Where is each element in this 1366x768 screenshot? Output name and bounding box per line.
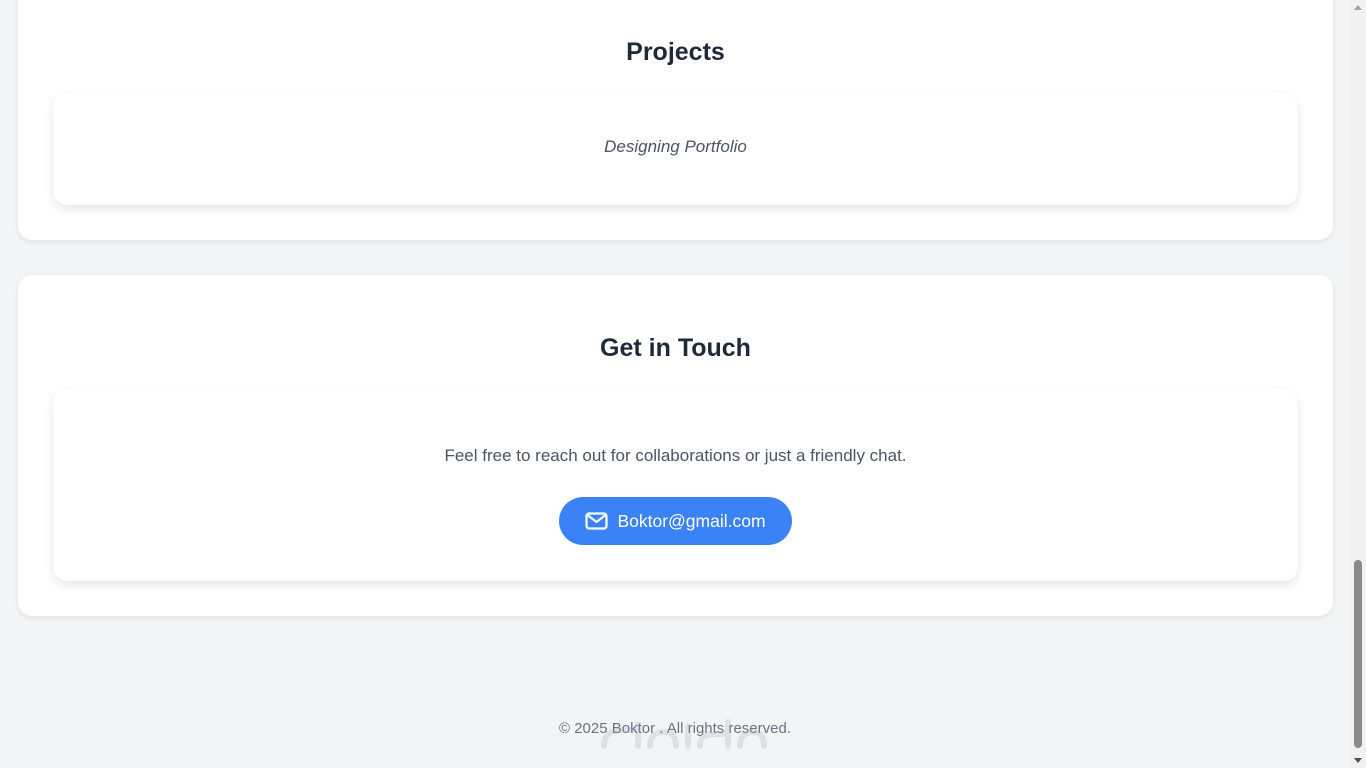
contact-section: Get in Touch Feel free to reach out for …	[18, 275, 1333, 616]
projects-title: Projects	[626, 38, 725, 66]
envelope-icon	[585, 512, 609, 530]
page-scrollbar[interactable]	[1350, 0, 1366, 768]
contact-card: Feel free to reach out for collaboration…	[53, 388, 1298, 581]
contact-description: Feel free to reach out for collaboration…	[444, 446, 907, 465]
page: Projects Designing Portfolio Get in Touc…	[0, 0, 1366, 768]
project-card[interactable]: Designing Portfolio	[53, 92, 1298, 205]
scrollbar-thumb[interactable]	[1354, 560, 1362, 748]
scroll-down-icon[interactable]	[1354, 758, 1362, 763]
scroll-up-icon[interactable]	[1354, 5, 1362, 10]
contact-title: Get in Touch	[600, 334, 751, 362]
email-label: Boktor@gmail.com	[617, 510, 766, 531]
project-name: Designing Portfolio	[604, 137, 747, 156]
projects-section: Projects Designing Portfolio	[18, 0, 1333, 240]
email-button[interactable]: Boktor@gmail.com	[559, 497, 792, 545]
copyright-text: © 2025 Boktor . All rights reserved.	[559, 720, 791, 737]
footer: © 2025 Boktor . All rights reserved.	[0, 720, 1350, 737]
